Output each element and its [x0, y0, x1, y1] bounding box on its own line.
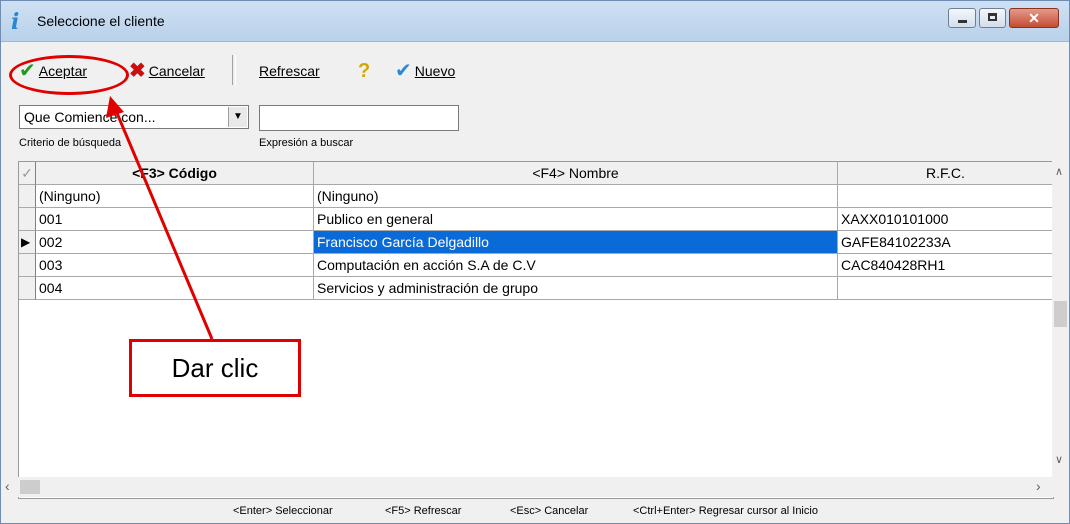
status-hint-esc: <Esc> Cancelar [510, 505, 589, 517]
vertical-scroll-thumb[interactable] [1054, 301, 1067, 327]
new-label: Nuevo [414, 63, 456, 79]
cell-rfc[interactable]: XAXX010101000 [838, 208, 1054, 231]
search-criteria-label: Criterio de búsqueda [19, 137, 122, 149]
column-header-codigo[interactable]: <F3> Código [36, 162, 314, 185]
cell-nombre[interactable]: Servicios y administración de grupo [314, 277, 838, 300]
window-title: Seleccione el cliente [37, 13, 165, 29]
column-header-rfc[interactable]: R.F.C. [838, 162, 1054, 185]
cell-rfc[interactable] [838, 185, 1054, 208]
status-hint-f5: <F5> Refrescar [385, 505, 462, 517]
new-button[interactable]: ✔ Nuevo [395, 59, 455, 83]
info-app-icon: i [11, 9, 20, 35]
maximize-button[interactable] [979, 8, 1006, 28]
header-indicator-cell: ✓ [19, 162, 36, 185]
horizontal-scrollbar[interactable]: ‹ › [5, 477, 1069, 497]
chevron-down-icon[interactable]: ▼ [228, 107, 247, 127]
cell-rfc[interactable]: CAC840428RH1 [838, 254, 1054, 277]
cell-nombre[interactable]: Computación en acción S.A de C.V [314, 254, 838, 277]
cancel-button[interactable]: ✖ Cancelar [129, 59, 205, 83]
minimize-button[interactable] [948, 8, 976, 28]
cell-codigo[interactable]: 004 [36, 277, 314, 300]
toolbar-separator [232, 55, 236, 85]
status-hint-enter: <Enter> Seleccionar [233, 505, 333, 517]
clients-grid: ✓ <F3> Código <F4> Nombre R.F.C. (Ningun… [18, 161, 1054, 499]
help-question-icon: ? [358, 60, 371, 82]
close-icon: ✕ [1028, 10, 1040, 26]
cell-codigo[interactable]: 001 [36, 208, 314, 231]
cell-codigo[interactable]: (Ninguno) [36, 185, 314, 208]
close-button[interactable]: ✕ [1009, 8, 1059, 28]
chevron-up-icon[interactable]: ∧ [1055, 165, 1063, 178]
cell-nombre[interactable]: Publico en general [314, 208, 838, 231]
current-row-arrow-icon: ▶ [19, 231, 36, 254]
vertical-scrollbar[interactable]: ∧ ∨ [1052, 161, 1069, 477]
row-indicator [19, 254, 36, 277]
status-bar: <Enter> Seleccionar <F5> Refrescar <Esc>… [1, 501, 1069, 523]
cell-nombre-selected[interactable]: Francisco García Delgadillo [314, 231, 838, 254]
chevron-right-icon[interactable]: › [1036, 478, 1041, 494]
cell-nombre[interactable]: (Ninguno) [314, 185, 838, 208]
horizontal-scroll-thumb[interactable] [20, 480, 40, 494]
refresh-label: Refrescar [259, 63, 320, 79]
refresh-button[interactable]: Refrescar [259, 59, 320, 83]
search-criteria-value: Que Comience con... [24, 109, 156, 125]
status-hint-ctrl-enter: <Ctrl+Enter> Regresar cursor al Inicio [633, 505, 818, 517]
minimize-icon [958, 20, 967, 23]
toolbar: ✔ Aceptar ✖ Cancelar Refrescar ? ✔ Nuevo [9, 49, 1061, 93]
column-header-nombre[interactable]: <F4> Nombre [314, 162, 838, 185]
search-criteria-select[interactable]: Que Comience con... ▼ [19, 105, 249, 129]
title-bar[interactable]: i Seleccione el cliente ✕ [1, 1, 1069, 42]
help-button[interactable]: ? [358, 59, 373, 83]
row-indicator [19, 185, 36, 208]
accept-highlight-ellipse [9, 55, 129, 95]
search-expression-input[interactable] [259, 105, 459, 131]
checkmark-icon: ✔ [395, 60, 412, 82]
cell-rfc[interactable] [838, 277, 1054, 300]
cancel-label: Cancelar [148, 63, 205, 79]
search-expression-label: Expresión a buscar [259, 137, 354, 149]
chevron-left-icon[interactable]: ‹ [5, 478, 10, 494]
callout-box: Dar clic [129, 339, 301, 397]
cell-codigo[interactable]: 002 [36, 231, 314, 254]
row-indicator [19, 208, 36, 231]
cancel-x-icon: ✖ [129, 60, 146, 82]
maximize-icon [988, 13, 997, 21]
chevron-down-icon[interactable]: ∨ [1055, 453, 1063, 466]
cell-codigo[interactable]: 003 [36, 254, 314, 277]
select-client-dialog: i Seleccione el cliente ✕ ✔ Aceptar ✖ Ca… [0, 0, 1070, 524]
cell-rfc[interactable]: GAFE84102233A [838, 231, 1054, 254]
row-indicator [19, 277, 36, 300]
